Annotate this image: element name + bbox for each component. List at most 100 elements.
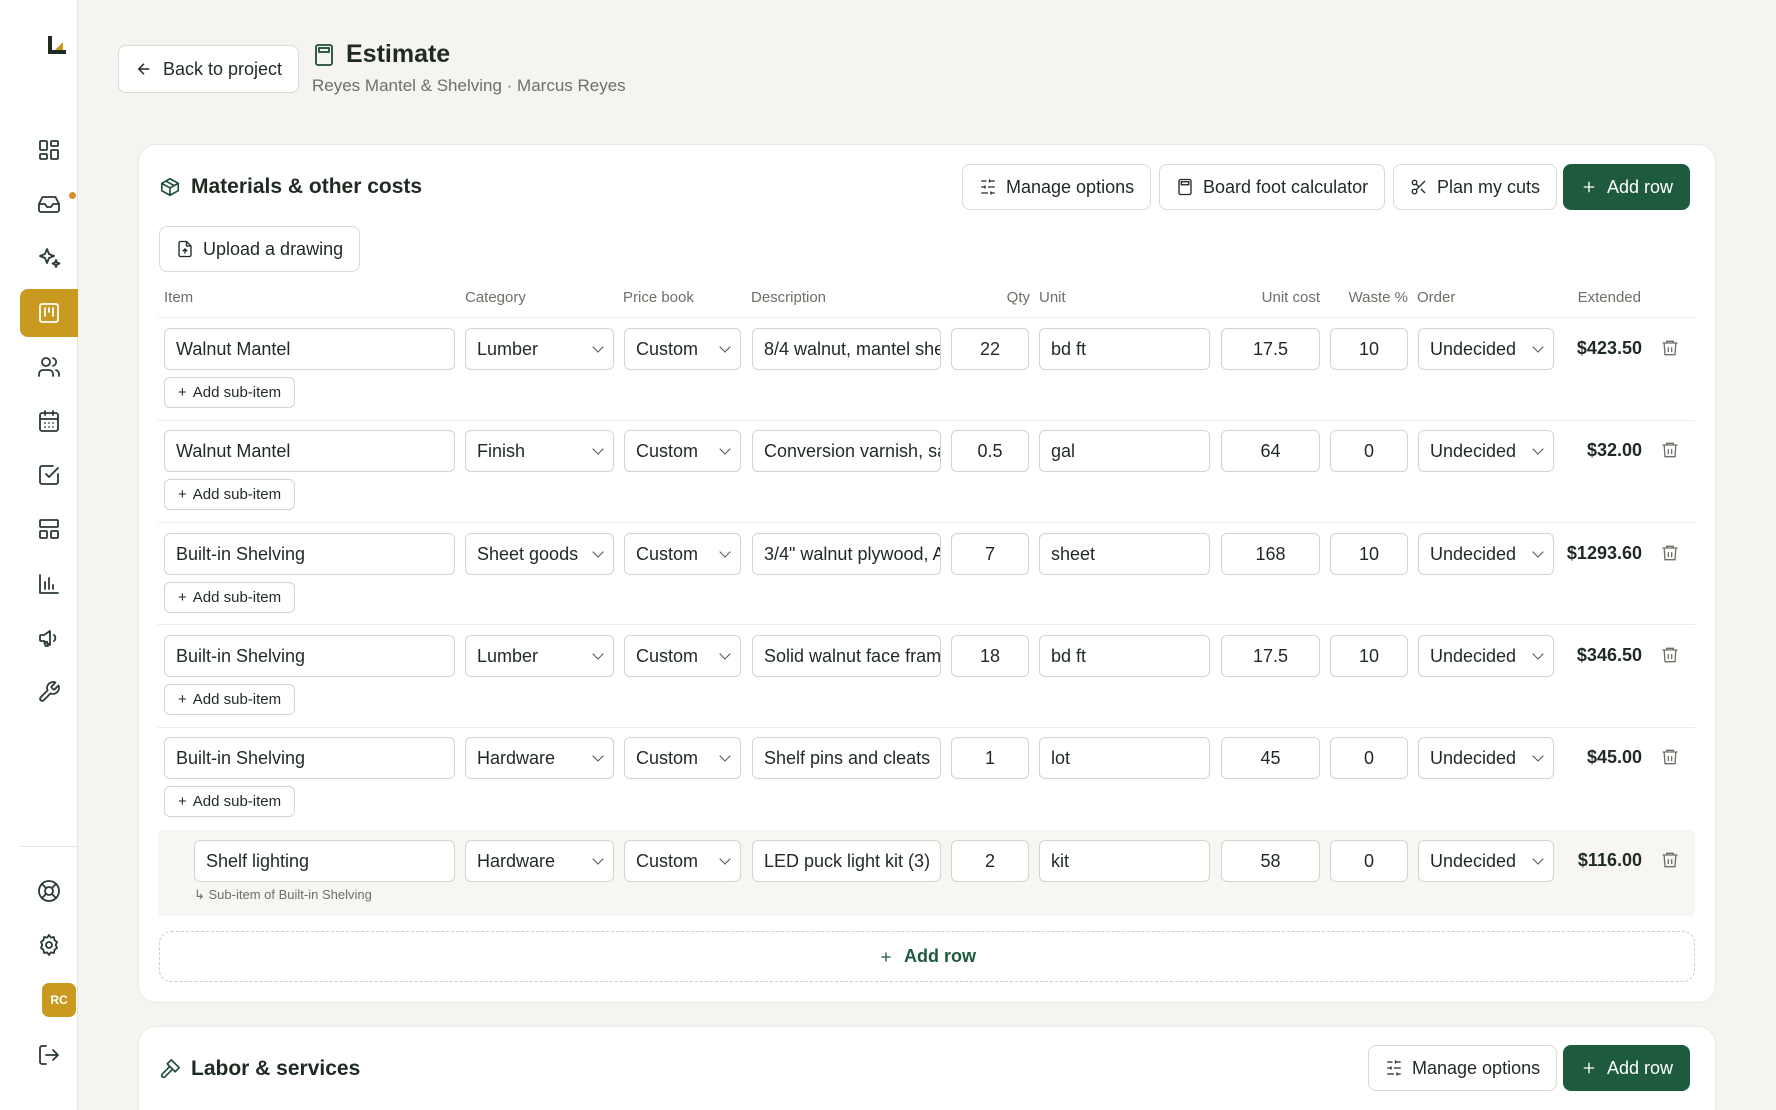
trash-icon[interactable] [1660,440,1680,460]
trash-icon[interactable] [1660,338,1680,358]
nav-help[interactable] [20,867,78,915]
qty-input[interactable]: 2 [951,840,1029,882]
add-row-dashed-button[interactable]: Add row [159,931,1695,982]
plan-my-cuts-button[interactable]: Plan my cuts [1393,164,1558,210]
add-sub-item-button[interactable]: + Add sub-item [164,479,296,510]
nav-dashboard[interactable] [20,126,78,174]
category-select[interactable]: Lumber [465,635,614,677]
description-input[interactable]: 3/4" walnut plywood, A1 [752,533,941,575]
page-subtitle: Reyes Mantel & Shelving · Marcus Reyes [312,76,626,95]
sparkles-icon [39,248,61,268]
item-input[interactable]: Walnut Mantel [164,328,455,370]
qty-input[interactable]: 18 [951,635,1029,677]
description-input[interactable]: Shelf pins and cleats [752,737,941,779]
labor-manage-options-button[interactable]: Manage options [1368,1045,1558,1091]
trash-icon[interactable] [1660,747,1680,767]
category-select[interactable]: Sheet goods [465,533,614,575]
avatar[interactable]: RC [42,983,76,1017]
unit-cost-input[interactable]: 58 [1221,840,1320,882]
plus-icon: + [178,589,187,606]
nav-tasks[interactable] [20,451,78,499]
category-select[interactable]: Lumber [465,328,614,370]
qty-input[interactable]: 1 [951,737,1029,779]
nav-estimates[interactable] [20,289,78,337]
category-select[interactable]: Hardware [465,737,614,779]
materials-title: Materials & other costs [159,175,422,199]
waste-input[interactable]: 10 [1330,328,1408,370]
nav-reports[interactable] [20,560,78,608]
col-waste: Waste % [1348,289,1408,306]
nav-settings[interactable] [20,921,78,969]
back-button[interactable]: Back to project [118,45,300,93]
description-input[interactable]: LED puck light kit (3) [752,840,941,882]
row-divider [158,727,1695,728]
help-icon [38,880,60,902]
manage-options-button[interactable]: Manage options [962,164,1152,210]
upload-drawing-label: Upload a drawing [203,238,344,259]
sliders-icon [1387,1060,1401,1076]
nav-calendar[interactable] [20,397,78,445]
unit-input[interactable]: kit [1039,840,1210,882]
extended-value: $32.00 [1586,440,1642,460]
item-input[interactable]: Built-in Shelving [164,737,455,779]
unit-input[interactable]: bd ft [1039,328,1210,370]
description-input[interactable]: Solid walnut face frames [752,635,941,677]
nav-logout[interactable] [20,1031,78,1079]
waste-input[interactable]: 0 [1330,430,1408,472]
trash-icon[interactable] [1660,543,1680,563]
add-sub-item-button[interactable]: + Add sub-item [164,786,296,817]
waste-input[interactable]: 0 [1330,840,1408,882]
add-sub-item-button[interactable]: + Add sub-item [164,684,296,715]
price-book-select[interactable]: Custom [624,635,741,677]
unit-cost-input[interactable]: 45 [1221,737,1320,779]
price-book-select[interactable]: Custom [624,533,741,575]
category-select[interactable]: Finish [465,430,614,472]
item-input[interactable]: Walnut Mantel [164,430,455,472]
nav-ai[interactable] [20,234,78,282]
nav-marketing[interactable] [20,614,78,662]
col-item: Item [164,289,194,306]
price-book-select[interactable]: Custom [624,430,741,472]
category-select[interactable]: Hardware [465,840,614,882]
qty-input[interactable]: 7 [951,533,1029,575]
board-foot-calculator-button[interactable]: Board foot calculator [1159,164,1386,210]
description-input[interactable]: 8/4 walnut, mantel shelf [752,328,941,370]
waste-input[interactable]: 10 [1330,635,1408,677]
trash-icon[interactable] [1660,850,1680,870]
nav-templates[interactable] [20,505,78,553]
add-sub-item-button[interactable]: + Add sub-item [164,582,296,613]
waste-input[interactable]: 0 [1330,737,1408,779]
upload-drawing-button[interactable]: Upload a drawing [159,226,361,272]
qty-input[interactable]: 22 [951,328,1029,370]
waste-input[interactable]: 10 [1330,533,1408,575]
trash-icon[interactable] [1660,645,1680,665]
unit-input[interactable]: lot [1039,737,1210,779]
row-divider [158,624,1695,625]
item-input[interactable]: Shelf lighting [194,840,455,882]
unit-input[interactable]: bd ft [1039,635,1210,677]
nav-clients[interactable] [20,343,78,391]
item-input[interactable]: Built-in Shelving [164,635,455,677]
price-book-select[interactable]: Custom [624,737,741,779]
unit-cost-input[interactable]: 17.5 [1221,635,1320,677]
item-input[interactable]: Built-in Shelving [164,533,455,575]
row-divider [158,420,1695,421]
labor-add-row-button[interactable]: Add row [1563,1045,1691,1091]
unit-input[interactable]: gal [1039,430,1210,472]
unit-input[interactable]: sheet [1039,533,1210,575]
sidebar: RC [0,0,78,1110]
nav-inbox[interactable] [20,180,78,228]
description-input[interactable]: Conversion varnish, satin [752,430,941,472]
price-book-select[interactable]: Custom [624,840,741,882]
add-sub-item-button[interactable]: + Add sub-item [164,377,296,408]
add-row-button[interactable]: Add row [1563,164,1691,210]
logo-icon[interactable] [46,34,68,56]
price-book-select[interactable]: Custom [624,328,741,370]
nav-tools[interactable] [20,668,78,716]
unit-cost-input[interactable]: 64 [1221,430,1320,472]
unit-cost-input[interactable]: 168 [1221,533,1320,575]
unit-cost-input[interactable]: 17.5 [1221,328,1320,370]
board-foot-label: Board foot calculator [1203,176,1369,197]
plus-icon [881,951,891,962]
qty-input[interactable]: 0.5 [951,430,1029,472]
